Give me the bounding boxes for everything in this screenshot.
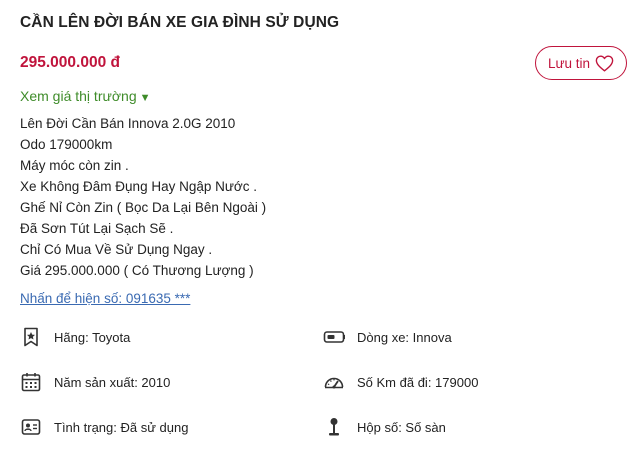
spec-gearbox-text: Hộp số: Số sàn bbox=[357, 419, 446, 435]
save-button-label: Lưu tin bbox=[547, 55, 591, 71]
description-line: Ghế Nỉ Còn Zin ( Bọc Da Lại Bên Ngoài ) bbox=[20, 200, 267, 215]
heart-icon bbox=[595, 54, 614, 72]
listing-description: Lên Đời Cần Bán Innova 2.0G 2010 Odo 179… bbox=[20, 113, 266, 281]
condition-card-icon bbox=[20, 416, 42, 438]
spec-brand: Hãng: Toyota bbox=[20, 326, 130, 348]
description-line: Odo 179000km bbox=[20, 137, 113, 152]
spec-odometer: Số Km đã đi: 179000 bbox=[323, 371, 478, 393]
listing-title: CẦN LÊN ĐỜI BÁN XE GIA ĐÌNH SỬ DỤNG bbox=[20, 14, 340, 31]
description-line: Đã Sơn Tút Lại Sạch Sẽ . bbox=[20, 221, 174, 236]
car-key-icon bbox=[323, 326, 345, 348]
description-line: Chỉ Có Mua Về Sử Dụng Ngay . bbox=[20, 242, 213, 257]
market-price-label: Xem giá thị trường bbox=[20, 88, 137, 104]
spec-gearbox: Hộp số: Số sàn bbox=[323, 416, 446, 438]
spec-condition-text: Tình trạng: Đã sử dụng bbox=[54, 419, 189, 435]
market-price-link[interactable]: Xem giá thị trường ▼ bbox=[20, 88, 151, 104]
reveal-phone-link[interactable]: Nhấn để hiện số: 091635 *** bbox=[20, 291, 190, 306]
listing-price: 295.000.000 đ bbox=[20, 54, 120, 71]
spec-odometer-text: Số Km đã đi: 179000 bbox=[357, 374, 479, 390]
description-line: Lên Đời Cần Bán Innova 2.0G 2010 bbox=[20, 116, 236, 131]
triangle-down-icon: ▼ bbox=[139, 92, 151, 104]
description-line: Máy móc còn zin . bbox=[20, 158, 129, 173]
spec-brand-text: Hãng: Toyota bbox=[54, 329, 131, 345]
spec-condition: Tình trạng: Đã sử dụng bbox=[20, 416, 188, 438]
gear-stick-icon bbox=[323, 416, 345, 438]
calendar-icon bbox=[20, 371, 42, 393]
description-line: Giá 295.000.000 ( Có Thương Lượng ) bbox=[20, 263, 254, 278]
star-tag-icon bbox=[20, 326, 42, 348]
spec-year: Năm sản xuất: 2010 bbox=[20, 371, 170, 393]
spec-model: Dòng xe: Innova bbox=[323, 326, 452, 348]
description-line: Xe Không Đâm Đụng Hay Ngập Nước . bbox=[20, 179, 258, 194]
spec-model-text: Dòng xe: Innova bbox=[357, 329, 452, 345]
save-listing-button[interactable]: Lưu tin bbox=[535, 46, 627, 80]
spec-year-text: Năm sản xuất: 2010 bbox=[54, 374, 171, 390]
speedometer-icon bbox=[323, 371, 345, 393]
